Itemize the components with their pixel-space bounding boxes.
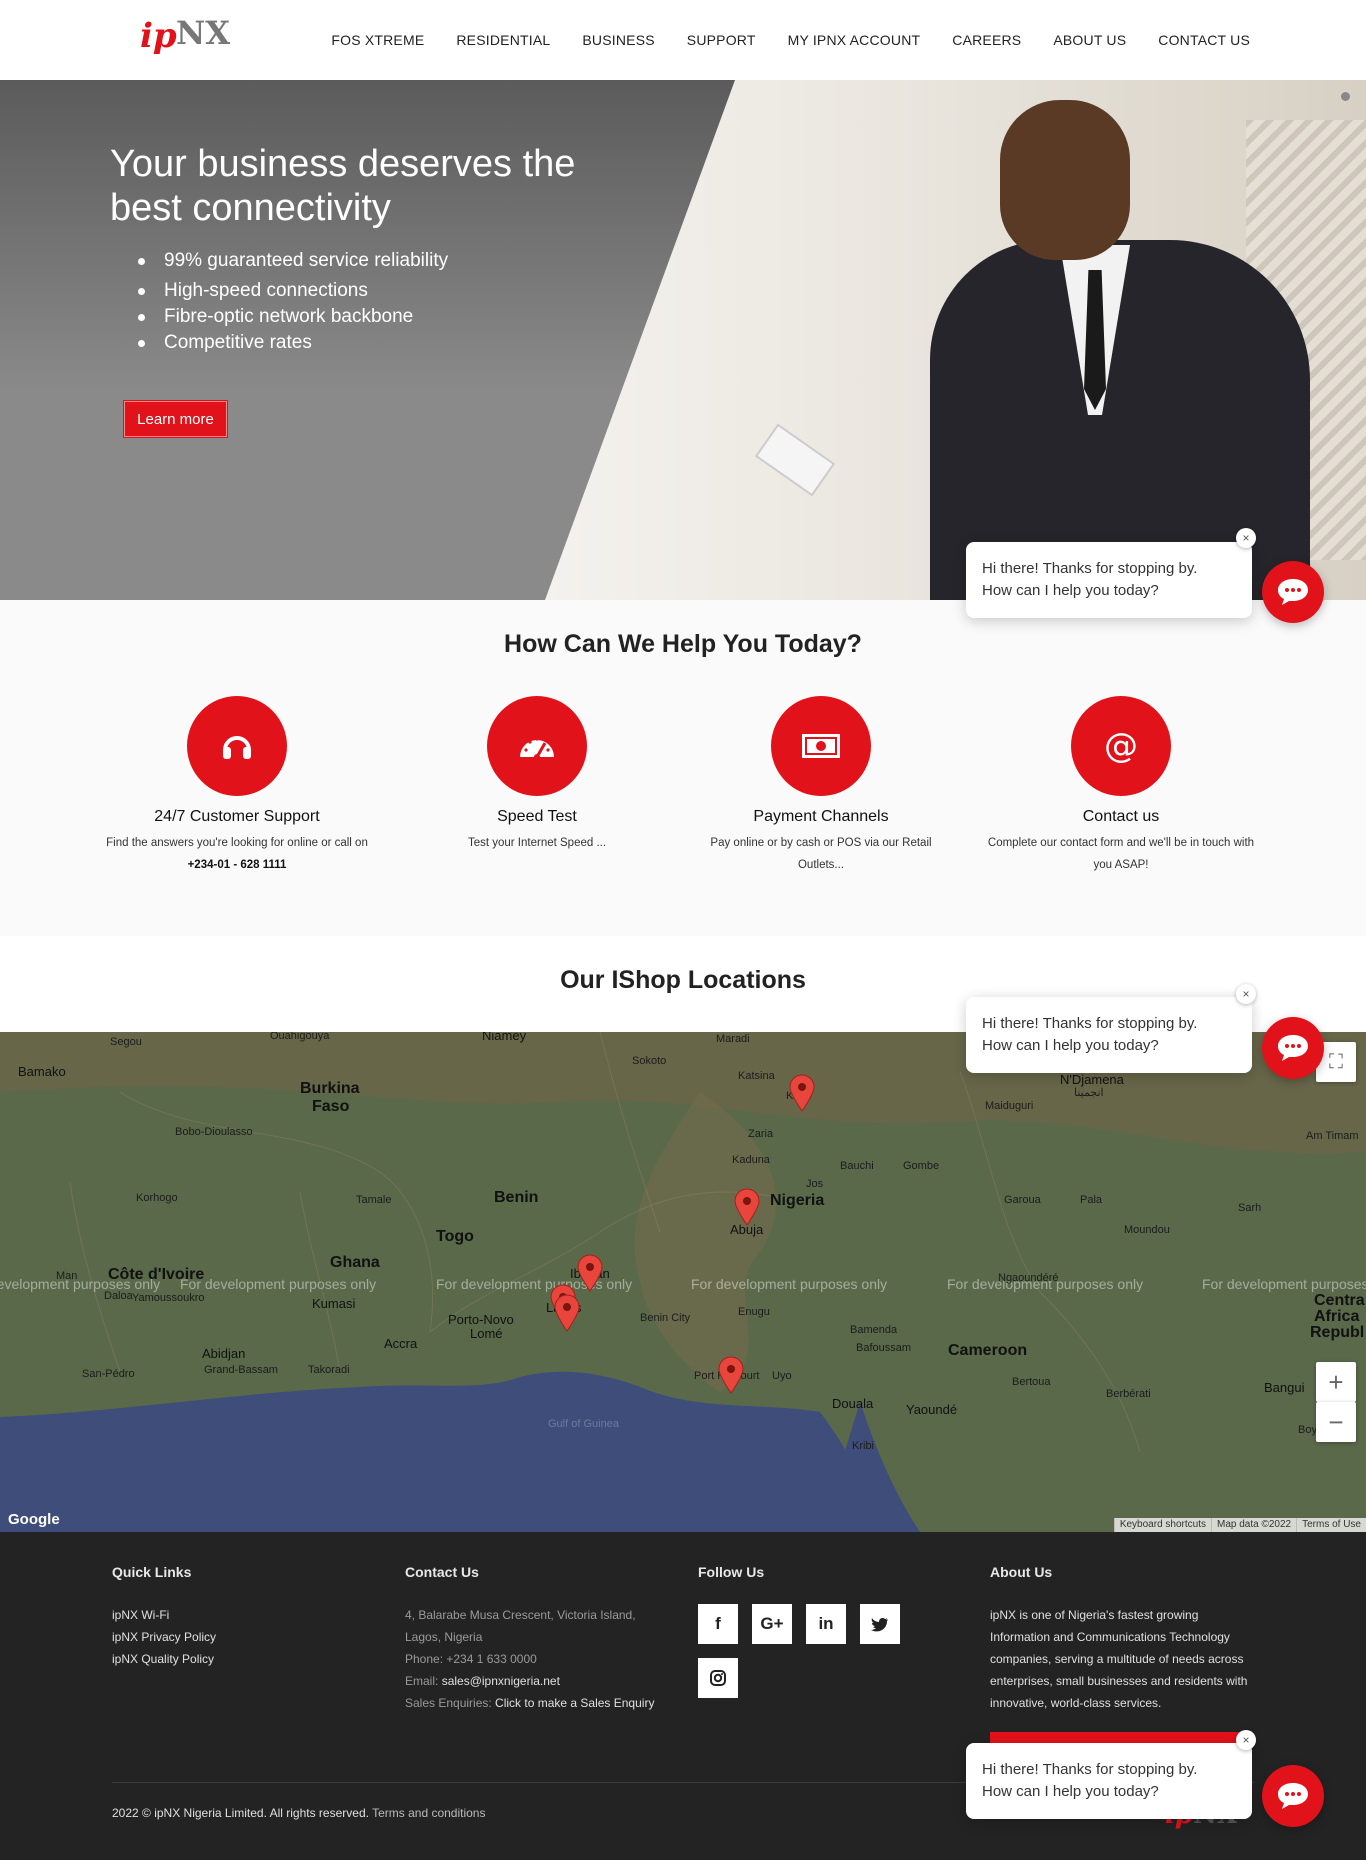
instagram-icon[interactable] (698, 1658, 738, 1698)
chat-greeting-bubble[interactable]: Hi there! Thanks for stopping by. How ca… (966, 1743, 1252, 1819)
chat-icon (1278, 1783, 1308, 1809)
nav-business[interactable]: BUSINESS (582, 32, 654, 48)
chat-launcher-button[interactable] (1262, 561, 1324, 623)
zoom-out-button[interactable]: − (1316, 1402, 1356, 1442)
locations-title: Our IShop Locations (560, 966, 806, 994)
learn-more-button[interactable]: Learn more (123, 400, 228, 438)
hero-bullet: Competitive rates (138, 330, 448, 356)
help-title: How Can We Help You Today? (504, 630, 862, 658)
card-text: Test your Internet Speed ... (467, 837, 607, 849)
social-icons: f G+ in (698, 1604, 918, 1698)
ipnx-logo[interactable]: ip NX (140, 10, 240, 60)
chat-greeting-bubble[interactable]: Hi there! Thanks for stopping by. How ca… (966, 542, 1252, 618)
speedometer-icon (487, 696, 587, 796)
chat-launcher-button[interactable] (1262, 1765, 1324, 1827)
map-attribution: Keyboard shortcuts Map data ©2022 Terms … (1113, 1518, 1366, 1532)
phone-text: Phone: +234 1 633 0000 (405, 1652, 537, 1666)
chat-icon (1278, 1035, 1308, 1061)
slider-dot[interactable] (1341, 92, 1350, 101)
support-phone[interactable]: +234-01 - 628 1111 (188, 859, 287, 871)
about-text: ipNX is one of Nigeria's fastest growing… (990, 1608, 1248, 1710)
copyright: 2022 © ipNX Nigeria Limited. All rights … (112, 1806, 486, 1820)
follow-column: Follow Us f G+ in (698, 1564, 968, 1698)
chat-launcher-button[interactable] (1262, 1017, 1324, 1079)
nav-residential[interactable]: RESIDENTIAL (456, 32, 550, 48)
contact-card[interactable]: @ Contact us Complete our contact form a… (986, 696, 1256, 876)
nav-fos-xtreme[interactable]: FOS XTREME (331, 32, 424, 48)
link-privacy-policy[interactable]: ipNX Privacy Policy (112, 1626, 382, 1648)
speed-test-card[interactable]: Speed Test Test your Internet Speed ... (402, 696, 672, 854)
hero-bullet: 99% guaranteed service reliability (138, 248, 448, 274)
payment-channels-card[interactable]: Payment Channels Pay online or by cash o… (686, 696, 956, 876)
terms-of-use-link[interactable]: Terms of Use (1296, 1518, 1366, 1532)
map-pin-port-harcourt[interactable] (718, 1356, 744, 1394)
chat-greeting-bubble[interactable]: Hi there! Thanks for stopping by. How ca… (966, 997, 1252, 1073)
link-quality-policy[interactable]: ipNX Quality Policy (112, 1648, 382, 1670)
about-title: About Us (990, 1564, 1053, 1580)
at-icon: @ (1071, 696, 1171, 796)
twitter-icon[interactable] (860, 1604, 900, 1644)
zoom-in-button[interactable]: + (1316, 1362, 1356, 1402)
chat-close-button[interactable]: × (1236, 984, 1256, 1004)
contact-column: Contact Us 4, Balarabe Musa Crescent, Vi… (405, 1564, 675, 1714)
ishop-map[interactable]: For development purposes only For develo… (0, 1032, 1366, 1532)
hero-bullets: 99% guaranteed service reliability High-… (138, 248, 448, 356)
chat-close-button[interactable]: × (1236, 1730, 1256, 1750)
headphones-icon (187, 696, 287, 796)
site-header: ip NX FOS XTREME RESIDENTIAL BUSINESS SU… (0, 0, 1366, 80)
email-link[interactable]: sales@ipnxnigeria.net (442, 1674, 560, 1688)
card-title: Payment Channels (753, 808, 889, 825)
nav-support[interactable]: SUPPORT (687, 32, 756, 48)
address-line: 4, Balarabe Musa Crescent, Victoria Isla… (405, 1608, 636, 1622)
main-nav: FOS XTREME RESIDENTIAL BUSINESS SUPPORT … (331, 0, 1250, 80)
hero-banner: Your business deserves the best connecti… (0, 80, 1366, 600)
map-pin-abuja[interactable] (734, 1188, 760, 1226)
nav-contact-us[interactable]: CONTACT US (1158, 32, 1250, 48)
sales-enquiry-link[interactable]: Click to make a Sales Enquiry (495, 1696, 654, 1710)
map-pin-kano[interactable] (789, 1074, 815, 1112)
address-line: Lagos, Nigeria (405, 1630, 483, 1644)
hero-bullet: Fibre-optic network backbone (138, 304, 448, 330)
card-title: 24/7 Customer Support (154, 808, 320, 825)
hero-title: Your business deserves the best connecti… (110, 143, 576, 229)
quick-links-title: Quick Links (112, 1564, 192, 1580)
nav-my-ipnx-account[interactable]: MY IPNX ACCOUNT (788, 32, 921, 48)
terms-link[interactable]: Terms and conditions (372, 1806, 485, 1820)
hero-bullet: High-speed connections (138, 278, 448, 304)
google-plus-icon[interactable]: G+ (752, 1604, 792, 1644)
linkedin-icon[interactable]: in (806, 1604, 846, 1644)
link-ipnx-wifi[interactable]: ipNX Wi-Fi (112, 1604, 382, 1626)
help-section: How Can We Help You Today? 24/7 Customer… (0, 600, 1366, 936)
chat-icon (1278, 579, 1308, 605)
map-pin-ibadan[interactable] (577, 1254, 603, 1292)
google-logo[interactable]: Google (8, 1511, 60, 1528)
follow-title: Follow Us (698, 1564, 765, 1580)
map-data-text: Map data ©2022 (1211, 1518, 1296, 1532)
card-title: Speed Test (497, 808, 577, 825)
chat-close-button[interactable]: × (1236, 528, 1256, 548)
nav-about-us[interactable]: ABOUT US (1053, 32, 1126, 48)
card-text: Find the answers you're looking for onli… (106, 837, 368, 871)
card-title: Contact us (1082, 808, 1160, 825)
map-pin-lagos-2[interactable] (554, 1294, 580, 1332)
card-text: Pay online or by cash or POS via our Ret… (710, 837, 932, 871)
support-card[interactable]: 24/7 Customer Support Find the answers y… (102, 696, 372, 876)
money-icon (771, 696, 871, 796)
nav-careers[interactable]: CAREERS (952, 32, 1021, 48)
facebook-icon[interactable]: f (698, 1604, 738, 1644)
keyboard-shortcuts-link[interactable]: Keyboard shortcuts (1113, 1518, 1211, 1532)
about-column: About Us ipNX is one of Nigeria's fastes… (990, 1564, 1260, 1714)
contact-title: Contact Us (405, 1564, 479, 1580)
quick-links-column: Quick Links ipNX Wi-Fi ipNX Privacy Poli… (112, 1564, 382, 1670)
card-text: Complete our contact form and we'll be i… (987, 837, 1255, 871)
